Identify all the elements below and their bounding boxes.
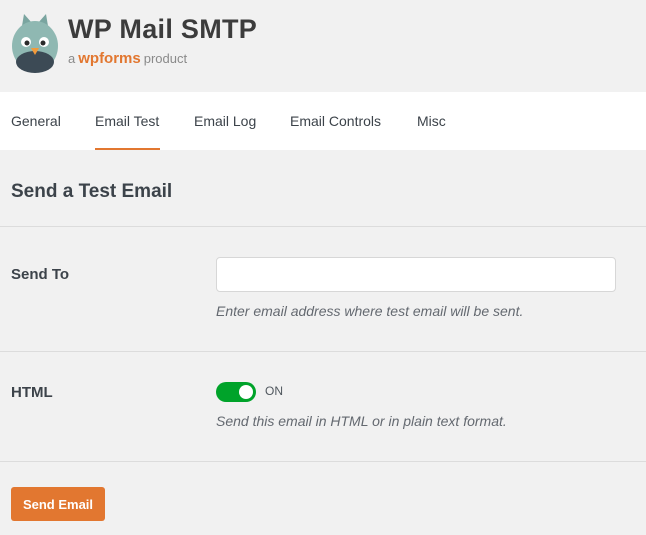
send-to-description: Enter email address where test email wil… bbox=[216, 303, 524, 319]
html-label: HTML bbox=[11, 384, 53, 401]
settings-tabs: General Email Test Email Log Email Contr… bbox=[0, 92, 646, 150]
divider bbox=[0, 226, 646, 227]
app-title: WP Mail SMTP bbox=[68, 14, 258, 44]
tab-email-test[interactable]: Email Test bbox=[95, 92, 160, 150]
html-toggle[interactable] bbox=[216, 382, 256, 402]
brand-subtitle-prefix: a bbox=[68, 51, 76, 66]
brand-subtitle-suffix: product bbox=[143, 51, 188, 66]
divider bbox=[0, 461, 646, 462]
section-title: Send a Test Email bbox=[11, 181, 173, 202]
tab-email-controls[interactable]: Email Controls bbox=[290, 92, 381, 150]
tab-general[interactable]: General bbox=[11, 92, 61, 150]
plugin-header: WP Mail SMTP a wpforms product bbox=[0, 0, 646, 92]
pigeon-logo-icon bbox=[12, 14, 58, 73]
send-to-input[interactable] bbox=[216, 257, 616, 292]
tab-misc[interactable]: Misc bbox=[417, 92, 446, 150]
wpforms-logo: wpforms bbox=[78, 50, 141, 67]
html-description: Send this email in HTML or in plain text… bbox=[216, 413, 507, 429]
send-to-label: Send To bbox=[11, 266, 70, 283]
tab-email-log[interactable]: Email Log bbox=[194, 92, 256, 150]
divider bbox=[0, 351, 646, 352]
html-toggle-state: ON bbox=[265, 384, 283, 398]
brand-subtitle: a wpforms product bbox=[68, 50, 187, 67]
toggle-knob bbox=[239, 385, 253, 399]
send-email-button[interactable]: Send Email bbox=[11, 487, 105, 521]
